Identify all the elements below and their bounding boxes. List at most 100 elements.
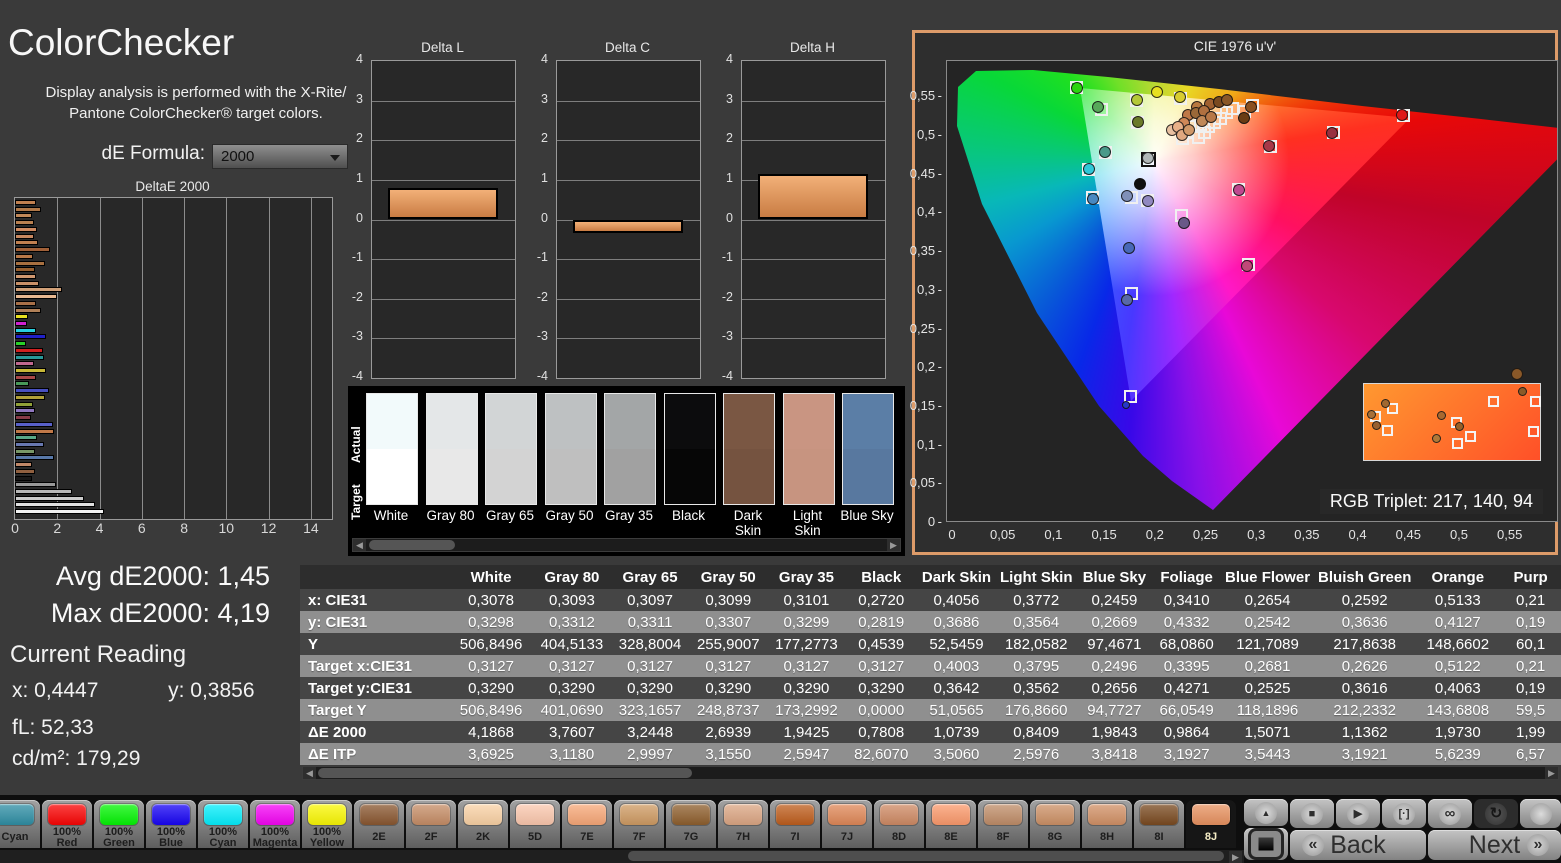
tile-label: 7E [580,831,594,843]
patch-tile-8f[interactable]: 8F [978,800,1028,848]
refresh-button[interactable]: ↻ [1474,799,1518,828]
x-tick-label: 0 [11,520,19,536]
patch-tile-7g[interactable]: 7G [666,800,716,848]
patch-swatch[interactable] [425,393,478,505]
table-cell: 506,8496 [449,633,533,655]
patch-tile-7e[interactable]: 7E [562,800,612,848]
row-label: ΔE ITP [300,743,450,765]
measured-point-marker [1130,93,1143,106]
patch-swatch-strip: Actual Target ◀ ▶ White Gray 80 Gray 65 Gra… [348,386,905,556]
play-button[interactable]: ▶ [1336,799,1380,828]
patch-swatch[interactable] [842,393,894,505]
row-label: ΔE 2000 [300,721,450,743]
deltae-bar [15,334,46,340]
gridline [268,198,270,519]
toolbar-scroll-right-icon[interactable]: ▶ [1229,851,1242,863]
measured-point-marker [1232,184,1245,197]
swatch-scrollbar-thumb[interactable] [369,540,455,550]
stop-button[interactable]: ■ [1290,799,1334,828]
patch-tile-8g[interactable]: 8G [1030,800,1080,848]
patch-tile-100-blue[interactable]: 100% Blue [146,800,196,848]
toolbar-scrollbar-thumb[interactable] [628,851,1224,861]
patch-tile-7h[interactable]: 7H [718,800,768,848]
table-cell: 0,7808 [845,721,917,743]
next-button[interactable]: » Next [1428,830,1561,860]
cie-diagram-title: CIE 1976 u'v' [1193,38,1277,54]
scroll-right-icon[interactable]: ▶ [887,539,900,551]
swatch-target-color [724,449,774,504]
patch-tile-cyan[interactable]: Cyan [0,800,40,848]
table-scroll-left-icon[interactable]: ◀ [303,767,316,779]
patch-tile-8h[interactable]: 8H [1082,800,1132,848]
patch-tile-8e[interactable]: 8E [926,800,976,848]
window-pattern-button[interactable] [1244,828,1288,860]
collapse-toolbar-button[interactable]: ▲ [1244,799,1288,826]
deltae-bar [15,260,45,266]
patch-swatch[interactable] [663,393,716,505]
table-scrollbar-thumb[interactable] [318,768,692,778]
tile-color-swatch [620,804,658,825]
swatch-label: Dark Skin [733,508,763,538]
table-cell: 0,4332 [1152,611,1222,633]
table-cell: 0,19 [1500,611,1561,633]
loop-button[interactable]: ∞ [1428,799,1472,828]
table-scrollbar[interactable]: ◀ ▶ [302,766,1559,780]
gridline [372,179,515,181]
delta-chart-plot [741,60,886,379]
table-cell: 1,1362 [1314,721,1416,743]
patch-tile-8j[interactable]: 8J [1186,800,1236,848]
table-cell: 0,3290 [449,677,533,699]
tile-label: 100% Blue [156,826,186,849]
scroll-left-icon[interactable]: ◀ [353,539,366,551]
blank-button[interactable] [1520,799,1561,828]
table-cell: 0,8409 [996,721,1077,743]
swatch-label: White [373,508,409,523]
patch-tile-2f[interactable]: 2F [406,800,456,848]
measured-point-marker [1099,145,1112,158]
patch-swatch[interactable] [485,393,537,505]
back-button[interactable]: « Back [1290,830,1426,860]
de-formula-dropdown[interactable]: 2000 [212,144,348,169]
patch-tile-7f[interactable]: 7F [614,800,664,848]
patch-tile-100-green[interactable]: 100% Green [94,800,144,848]
colorchecker-app: ColorChecker Display analysis is perform… [0,0,1561,863]
patch-tile-7i[interactable]: 7I [770,800,820,848]
patch-tile-2k[interactable]: 2K [458,800,508,848]
patch-tile-5d[interactable]: 5D [510,800,560,848]
swatch-label: Gray 80 [426,508,475,523]
patch-tile-8d[interactable]: 8D [874,800,924,848]
patch-tile-100-yellow[interactable]: 100% Yellow [302,800,352,848]
patch-swatch[interactable] [366,393,418,505]
table-scroll-right-icon[interactable]: ▶ [1545,767,1558,779]
gridline [557,338,700,340]
table-cell: 506,8496 [449,699,533,721]
deltae-bar [15,341,26,347]
patch-tile-100-cyan[interactable]: 100% Cyan [198,800,248,848]
patch-tile-8i[interactable]: 8I [1134,800,1184,848]
patch-tile-7j[interactable]: 7J [822,800,872,848]
deltae-bar [15,448,36,454]
swatch-scrollbar[interactable]: ◀ ▶ [352,538,901,552]
range-button[interactable]: [·] [1382,799,1426,828]
table-cell: 143,6808 [1415,699,1501,721]
table-cell: 1,5071 [1221,721,1315,743]
gridline [372,259,515,261]
patch-swatch[interactable] [723,393,775,505]
patch-swatch[interactable] [782,393,835,505]
table-cell: 0,2654 [1221,589,1315,611]
inset-measured-circle [1366,409,1376,419]
deltae-bar [15,240,39,246]
gridline [372,219,515,221]
tile-color-swatch [464,804,502,825]
patch-swatch[interactable] [604,393,656,505]
patch-tile-100-magenta[interactable]: 100% Magenta [250,800,300,848]
swatch-target-color [843,449,893,504]
patch-tile-100-red[interactable]: 100% Red [42,800,92,848]
x-tick-label: 10 [218,520,235,536]
cie-y-tick-label: 0,4 - [916,204,942,220]
toolbar-scrollbar[interactable]: ▶ [0,850,1244,863]
patch-swatch[interactable] [544,393,597,505]
patch-tile-2e[interactable]: 2E [354,800,404,848]
table-cell: 52,5459 [916,633,996,655]
table-cell: 0,2626 [1314,655,1416,677]
